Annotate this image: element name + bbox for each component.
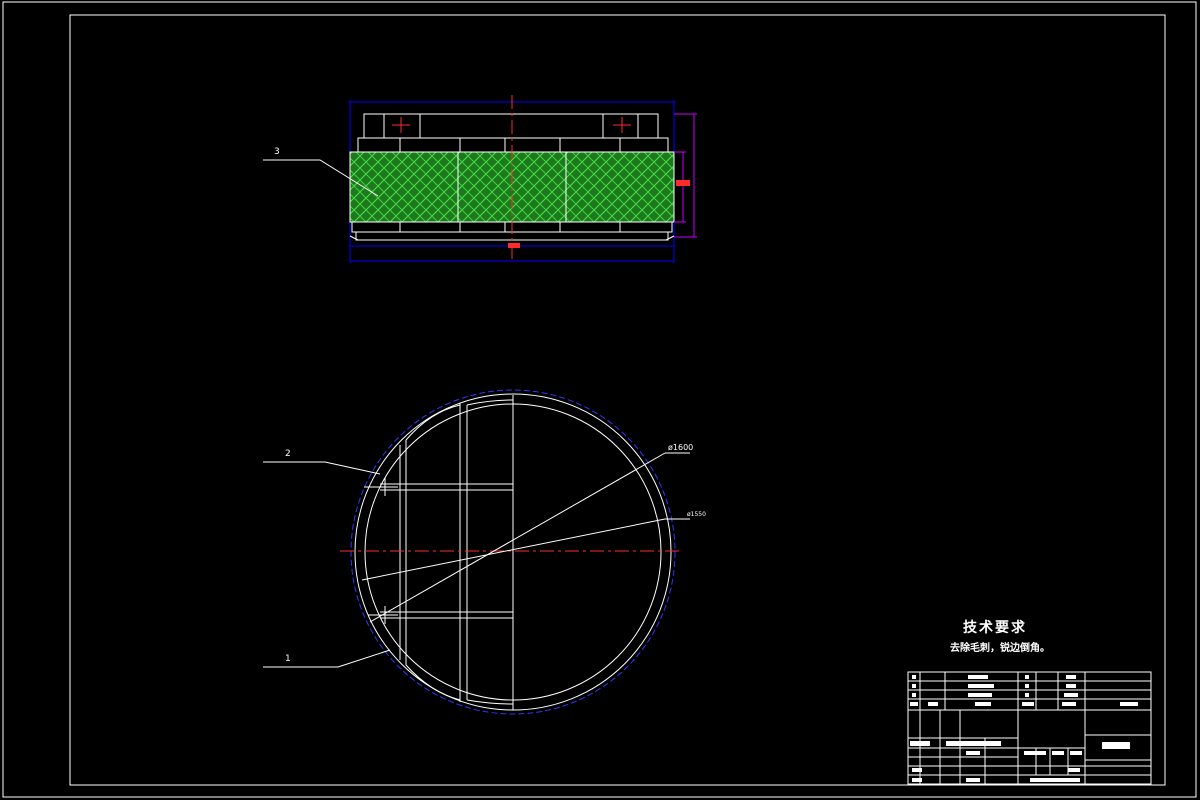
sheet-outer-border [2,1,1197,798]
part-callouts [263,159,391,668]
cad-drawing-sheet: ø1600 ø1550 3 2 1 [2,1,1197,798]
technical-requirements-title: 技术要求 [963,620,1027,636]
packing-body-hatch [349,151,675,223]
width-dimension-text [508,243,520,248]
sheet-inner-border [69,14,1166,786]
outer-diameter-label: ø1600 [668,443,693,452]
technical-requirements-text: 去除毛刺，锐边倒角。 [950,643,1050,654]
callout-1-label: 1 [285,654,291,664]
title-block [907,671,1152,785]
height-dimension-text [676,180,690,186]
inner-diameter-label: ø1550 [687,511,706,518]
callout-3-label: 3 [274,147,280,157]
callout-2-label: 2 [285,449,291,459]
top-beam [363,113,659,139]
plan-view: ø1600 ø1550 [340,389,706,715]
front-view [349,95,697,263]
